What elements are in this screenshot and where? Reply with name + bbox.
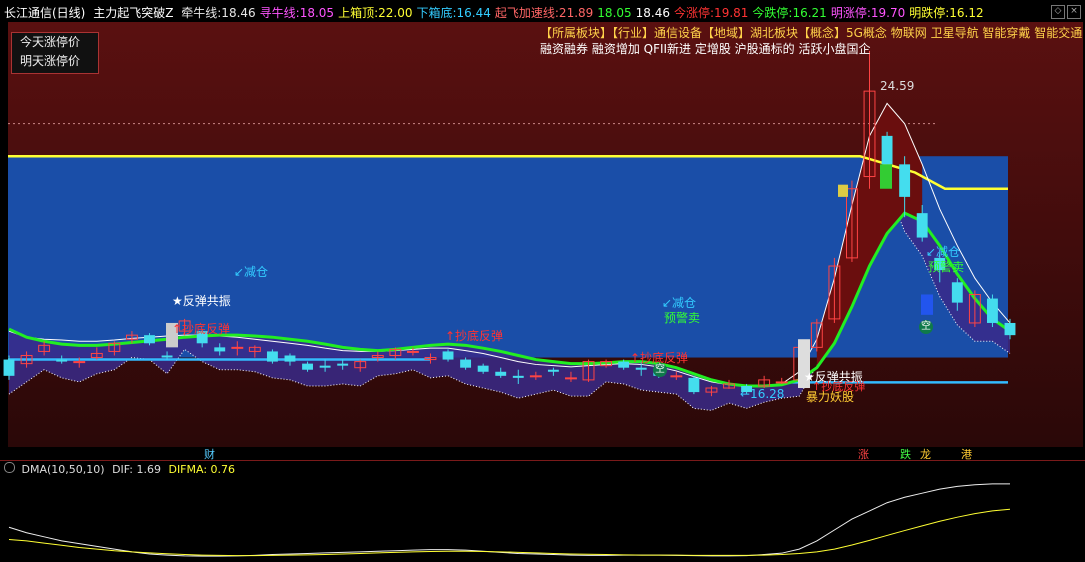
difma-line <box>8 508 1011 557</box>
dma-chart[interactable] <box>0 0 1085 562</box>
dma-lines <box>8 483 1011 557</box>
dif-line <box>8 483 1010 557</box>
